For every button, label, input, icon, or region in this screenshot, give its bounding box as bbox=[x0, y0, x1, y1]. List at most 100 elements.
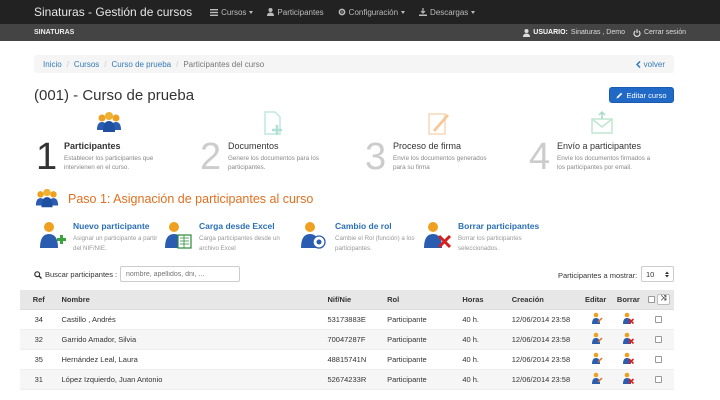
step-participantes[interactable]: 1 Participantes Establecer los participa… bbox=[34, 110, 194, 180]
col-nif[interactable]: Nif/Nie bbox=[323, 290, 384, 310]
nav-configuracion-label: Configuración bbox=[348, 7, 399, 17]
breadcrumb-cursos[interactable]: Cursos bbox=[74, 60, 99, 69]
user-area: USUARIO: Sinaturas , Demo Cerrar sesión bbox=[523, 28, 686, 37]
row-checkbox[interactable] bbox=[655, 376, 663, 384]
cell-creacion: 12/06/2014 23:58 bbox=[507, 369, 581, 390]
step-description: Establecer los participantes que intervi… bbox=[64, 155, 154, 172]
role-change-action[interactable]: Cambio de rol Cambie el Rol (función) a … bbox=[300, 218, 430, 258]
edit-user-icon bbox=[591, 312, 603, 324]
search-input[interactable] bbox=[120, 266, 240, 282]
cell-creacion: 12/06/2014 23:58 bbox=[507, 329, 581, 350]
col-borrar: Borrar bbox=[612, 290, 644, 310]
col-editar: Editar bbox=[581, 290, 613, 310]
nav-descargas-label: Descargas bbox=[430, 7, 469, 17]
sub-navbar: SINATURAS USUARIO: Sinaturas , Demo Cerr… bbox=[0, 24, 720, 41]
step-description: Genere los documentos para los participa… bbox=[228, 155, 320, 172]
page-size-select[interactable]: 10 bbox=[641, 266, 674, 282]
role-user-icon bbox=[301, 222, 326, 249]
user-icon bbox=[523, 28, 531, 37]
step-title: Documentos bbox=[228, 141, 279, 151]
mail-icon bbox=[591, 110, 613, 134]
search-bar: Buscar participantes : Participantes a m… bbox=[34, 266, 674, 284]
col-ref[interactable]: Ref bbox=[20, 290, 58, 310]
org-name: SINATURAS bbox=[34, 29, 75, 36]
action-description: Carga participantes desde un archivo Exc… bbox=[199, 235, 280, 252]
step-title: Envío a participantes bbox=[557, 141, 642, 151]
add-user-icon bbox=[40, 222, 66, 248]
cell-ref: 31 bbox=[20, 369, 58, 390]
edit-row-button[interactable] bbox=[581, 309, 613, 330]
delete-row-button[interactable] bbox=[612, 309, 644, 330]
row-checkbox[interactable] bbox=[655, 356, 663, 364]
cell-nombre: Hernández Leal, Laura bbox=[57, 349, 324, 370]
pencil-icon bbox=[616, 92, 623, 98]
app-brand[interactable]: Sinaturas - Gestión de cursos bbox=[34, 5, 192, 19]
row-checkbox[interactable] bbox=[655, 336, 663, 344]
delete-row-button[interactable] bbox=[612, 349, 644, 370]
cell-nombre: Garrido Amador, Silvia bbox=[57, 329, 324, 350]
breadcrumb-curso[interactable]: Curso de prueba bbox=[112, 60, 172, 69]
table-row[interactable]: 34 Castillo , Andrés 53173883E Participa… bbox=[20, 309, 674, 330]
download-icon bbox=[419, 8, 428, 16]
edit-row-button[interactable] bbox=[581, 369, 613, 390]
col-nombre[interactable]: Nombre bbox=[57, 290, 324, 310]
page-size-value: 10 bbox=[646, 269, 655, 279]
caret-down-icon bbox=[249, 10, 254, 14]
nav-configuracion[interactable]: Configuración bbox=[338, 7, 406, 17]
breadcrumb-separator: / bbox=[176, 59, 179, 69]
edit-course-label: Editar curso bbox=[626, 90, 667, 100]
action-title: Carga desde Excel bbox=[199, 221, 275, 231]
back-link[interactable]: volver bbox=[635, 60, 665, 69]
row-select bbox=[643, 349, 674, 370]
nav-cursos[interactable]: Cursos bbox=[210, 7, 254, 17]
cell-nif: 52674233R bbox=[323, 369, 384, 390]
breadcrumb-separator: / bbox=[66, 59, 69, 69]
step-documentos[interactable]: 2 Documentos Genere los documentos para … bbox=[198, 110, 358, 180]
delete-user-icon bbox=[623, 372, 635, 385]
power-icon bbox=[633, 28, 641, 37]
cell-ref: 34 bbox=[20, 309, 58, 330]
step-envio[interactable]: 4 Envío a participantes Envíe los docume… bbox=[527, 110, 687, 180]
delete-participants-action[interactable]: Borrar participantes Borrar los particip… bbox=[423, 218, 553, 258]
table-header-row: Ref Nombre Nif/Nie Rol Horas Creación Ed… bbox=[20, 290, 674, 310]
user-name: Sinaturas , Demo bbox=[570, 29, 625, 36]
table-row[interactable]: 32 Garrido Amador, Silvia 70047287F Part… bbox=[20, 329, 674, 350]
select-all-checkbox[interactable] bbox=[647, 295, 655, 303]
nav-participantes[interactable]: Participantes bbox=[267, 7, 324, 17]
delete-user-icon bbox=[623, 352, 635, 365]
breadcrumb-current: Participantes del curso bbox=[183, 59, 265, 69]
participants-table: Ref Nombre Nif/Nie Rol Horas Creación Ed… bbox=[20, 290, 674, 390]
cell-nombre: López Izquierdo, Juan Antonio bbox=[57, 369, 324, 390]
nav-cursos-label: Cursos bbox=[221, 7, 247, 17]
delete-row-button[interactable] bbox=[612, 329, 644, 350]
search-icon bbox=[34, 270, 42, 279]
row-select bbox=[643, 329, 674, 350]
edit-course-button[interactable]: Editar curso bbox=[609, 87, 674, 103]
table-row[interactable]: 31 López Izquierdo, Juan Antonio 5267423… bbox=[20, 369, 674, 390]
step-proceso-firma[interactable]: 3 Proceso de firma Envíe los documentos … bbox=[363, 110, 523, 180]
excel-import-action[interactable]: Carga desde Excel Carga participantes de… bbox=[164, 218, 294, 258]
cell-ref: 32 bbox=[20, 329, 58, 350]
shuffle-icon[interactable]: ⤨ bbox=[656, 293, 670, 305]
breadcrumb-separator: / bbox=[104, 59, 107, 69]
list-icon bbox=[210, 8, 219, 16]
edit-row-button[interactable] bbox=[581, 329, 613, 350]
search-label: Buscar participantes : bbox=[45, 270, 118, 279]
breadcrumb-inicio[interactable]: Inicio bbox=[43, 60, 62, 69]
cell-horas: 40 h. bbox=[458, 309, 508, 330]
action-description: Borrar los participantes seleccionados. bbox=[458, 235, 522, 252]
col-rol[interactable]: Rol bbox=[383, 290, 459, 310]
col-creacion[interactable]: Creación bbox=[507, 290, 581, 310]
nav-participantes-label: Participantes bbox=[277, 7, 324, 17]
new-participant-action[interactable]: Nuevo participante Asignar un participan… bbox=[38, 218, 168, 258]
delete-row-button[interactable] bbox=[612, 369, 644, 390]
col-horas[interactable]: Horas bbox=[458, 290, 508, 310]
table-row[interactable]: 35 Hernández Leal, Laura 48815741N Parti… bbox=[20, 349, 674, 370]
logout-link[interactable]: Cerrar sesión bbox=[633, 28, 686, 37]
row-checkbox[interactable] bbox=[655, 316, 663, 324]
logout-label: Cerrar sesión bbox=[643, 29, 686, 36]
action-title: Borrar participantes bbox=[458, 221, 540, 231]
nav-descargas[interactable]: Descargas bbox=[419, 7, 476, 17]
signature-icon bbox=[428, 113, 449, 135]
edit-row-button[interactable] bbox=[581, 349, 613, 370]
